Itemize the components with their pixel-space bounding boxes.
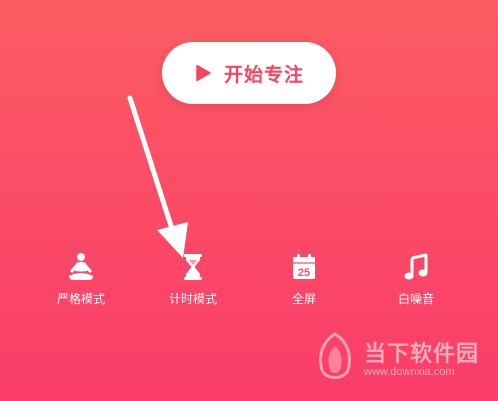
mode-label: 严格模式 [56, 292, 105, 306]
play-icon [196, 64, 211, 82]
music-note-icon [404, 253, 428, 280]
watermark-name: 当下软件园 [364, 342, 480, 367]
mode-label: 全屏 [291, 292, 316, 306]
mode-white-noise[interactable]: 白噪音 [371, 252, 461, 318]
meditation-icon [69, 253, 93, 280]
site-watermark: 当下软件园 www.downxia.com [312, 330, 492, 390]
watermark-url: www.downxia.com [364, 366, 455, 378]
mode-timer[interactable]: 计时模式 [148, 252, 238, 318]
mode-bar: 严格模式 计时模式 25 全屏 白噪音 [0, 252, 498, 322]
mode-fullscreen[interactable]: 25 全屏 [259, 252, 349, 318]
start-focus-button[interactable]: 开始专注 [162, 42, 336, 104]
mode-label: 白噪音 [397, 292, 434, 306]
start-focus-label: 开始专注 [223, 64, 304, 86]
calendar-badge: 25 [298, 267, 310, 279]
mode-label: 计时模式 [168, 292, 217, 306]
watermark-logo-icon [319, 332, 351, 379]
hourglass-icon [184, 254, 202, 280]
calendar-icon: 25 [293, 254, 315, 279]
mode-strict[interactable]: 严格模式 [36, 252, 126, 318]
